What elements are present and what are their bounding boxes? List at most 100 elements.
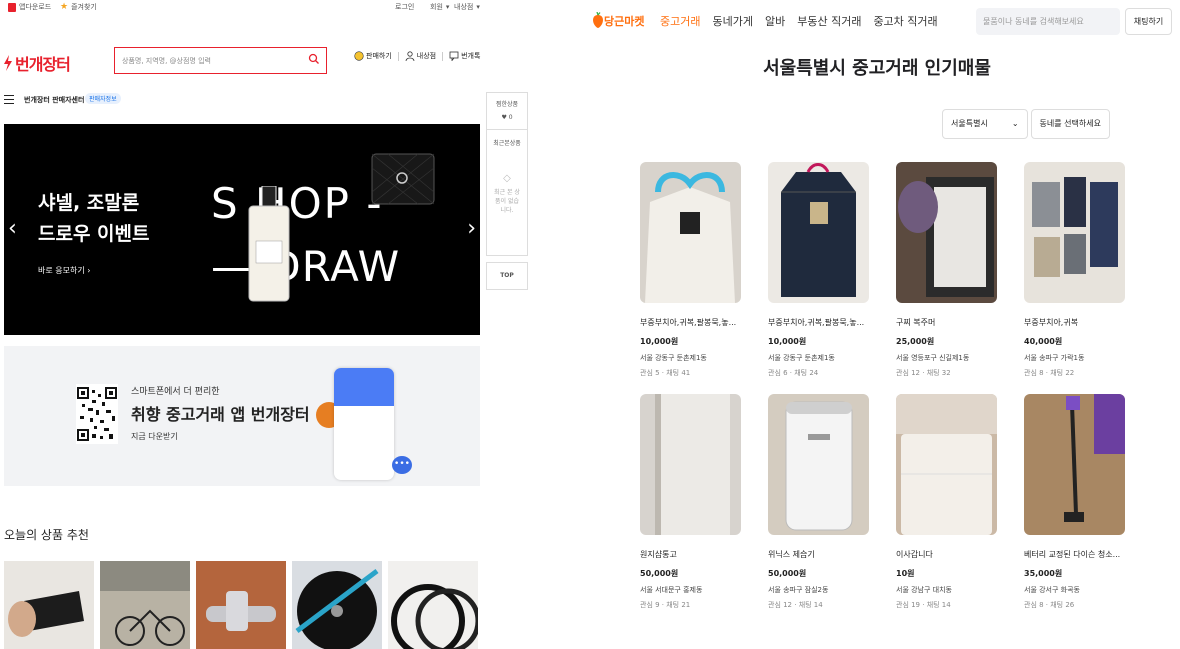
product-thumb[interactable] [292,561,382,649]
wishlist-box[interactable]: 찜한상품 ♥ 0 [486,92,528,130]
product-image [768,394,869,535]
nav-item-local-store[interactable]: 동네가게 [712,13,752,29]
signup-label: 회원 [430,3,443,11]
filter-bar: 서울특별시 ⌄ 동네를 선택하세요 [942,109,1110,139]
product-image [640,394,741,535]
search-box[interactable]: 상품명, 지역명, @상점명 입력 [114,47,327,74]
chat-icon [449,51,459,61]
product-card[interactable]: 부중부치아,귀복,팔봉묵,놓... 10,000원 서울 강동구 둔촌제1동 관… [640,162,741,378]
product-name: 부중부치아,귀복 [1024,318,1079,327]
product-price: 25,000원 [896,337,935,346]
product-stats: 관심 8 · 채팅 22 [1024,369,1075,377]
product-image [1024,394,1125,535]
qr-code-image [76,384,118,444]
product-stats: 관심 8 · 채팅 26 [1024,601,1075,609]
bunjang-logo[interactable]: 번개장터 [3,51,71,75]
chat-button[interactable]: 채팅하기 [1125,8,1172,35]
talk-button[interactable]: 번개톡 [449,51,480,61]
product-price: 10원 [896,569,915,578]
product-image [100,561,190,649]
nav-item-used-trade[interactable]: 중고거래 [660,13,700,29]
product-stats: 관심 12 · 채팅 32 [896,369,951,377]
product-image [388,561,478,649]
divider [442,51,444,61]
app-banner-cta[interactable]: 지금 다운받기 [131,431,178,442]
product-card[interactable]: 구찌 복주머 25,000원 서울 영등포구 신길제1동 관심 12 · 채팅 … [896,162,997,378]
product-card[interactable]: 부중부치아,귀복 40,000원 서울 송파구 가락1동 관심 8 · 채팅 2… [1024,162,1125,378]
recent-label: 최근본상품 [493,140,521,147]
banner-cta[interactable]: 바로 응모하기 › [38,265,90,276]
app-icon [8,2,16,12]
product-price: 50,000원 [768,569,807,578]
signup-link[interactable]: 회원 ▾ [430,2,449,12]
top-nav: 당근마켓 중고거래 동네가게 알바 부동산 직거래 중고차 직거래 물품이나 동… [574,0,1180,40]
nav-item-real-estate[interactable]: 부동산 직거래 [797,13,861,29]
top-button[interactable]: TOP [486,262,528,290]
prev-arrow-icon[interactable]: ‹ [8,216,17,241]
product-location: 서울 강서구 화곡동 [1024,586,1080,594]
dong-select[interactable]: 동네를 선택하세요 [1030,109,1110,139]
product-card[interactable]: 이사갑니다 10원 서울 강남구 대치동 관심 19 · 채팅 14 [896,394,997,610]
product-thumb[interactable] [4,561,94,649]
event-banner[interactable]: ‹ 샤넬, 조말론 드로우 이벤트 바로 응모하기 › S HOP - — DRA… [4,124,480,335]
region-select-value: 서울특별시 [951,119,988,128]
search-input[interactable]: 상품명, 지역명, @상점명 입력 [122,56,211,66]
carrot-logo-icon[interactable] [591,12,605,28]
product-image [896,162,997,303]
nav-item-jobs[interactable]: 알바 [765,13,785,29]
user-icon [405,51,415,61]
seller-center-link[interactable]: 번개장터 판매자센터 [24,95,84,105]
next-arrow-icon[interactable]: › [467,216,476,241]
seller-badge: 판매자정보 [85,93,121,104]
recommend-list [4,561,478,649]
my-shop-label: 내상점 [454,3,474,11]
product-card[interactable]: 부중부치아,귀복,팔봉묵,놓... 10,000원 서울 강동구 둔촌제1동 관… [768,162,869,378]
product-name: 베터리 교정된 다이슨 청소... [1024,550,1121,559]
phone-screen-header [334,368,394,406]
product-price: 35,000원 [1024,569,1063,578]
product-card[interactable]: 베터리 교정된 다이슨 청소... 35,000원 서울 강서구 화곡동 관심 … [1024,394,1125,610]
product-image [640,162,741,303]
page-title: 서울특별시 중고거래 인기매물 [763,58,991,79]
daangn-logo-text[interactable]: 당근마켓 [604,13,644,29]
my-store-button[interactable]: 내상점 [405,51,436,61]
search-icon[interactable] [308,53,320,65]
product-thumb[interactable] [196,561,286,649]
search-box[interactable]: 물품이나 동네를 검색해보세요 [976,8,1120,35]
recent-box[interactable]: 최근본상품 ◇ 최근 본 상품이 없습니다. [486,130,528,256]
empty-icon: ◇ [503,173,511,184]
product-stats: 관심 6 · 채팅 24 [768,369,819,377]
product-name: 이사갑니다 [896,550,933,559]
product-image [1024,162,1125,303]
product-location: 서울 송파구 가락1동 [1024,354,1085,362]
chevron-down-icon: ▾ [445,3,450,11]
product-card[interactable]: 원지샵통고 50,000원 서울 서대문구 홍제동 관심 9 · 채팅 21 [640,394,741,610]
wallet-image [371,153,435,205]
my-shop-link[interactable]: 내상점 ▾ [454,2,480,12]
search-input[interactable]: 물품이나 동네를 검색해보세요 [983,16,1084,27]
product-price: 10,000원 [640,337,679,346]
app-download-label: 앱다운로드 [19,3,52,11]
product-image [196,561,286,649]
my-store-label: 내상점 [416,52,437,60]
region-select[interactable]: 서울특별시 ⌄ [942,109,1028,139]
chevron-down-icon: ⌄ [1011,119,1019,128]
app-download-link[interactable]: 앱다운로드 [8,2,51,12]
logo-text: 번개장터 [15,55,71,74]
sell-button[interactable]: 판매하기 [354,51,392,61]
menu-icon[interactable] [4,95,14,104]
product-thumb[interactable] [388,561,478,649]
banner-title-line2: 드로우 이벤트 [38,223,150,245]
star-icon: ★ [60,2,69,12]
product-thumb[interactable] [100,561,190,649]
header: 번개장터 상품명, 지역명, @상점명 입력 판매하기 내상점 번개톡 [0,38,484,84]
login-link[interactable]: 로그인 [395,2,414,12]
product-card[interactable]: 위닉스 제습기 50,000원 서울 송파구 잠실2동 관심 12 · 채팅 1… [768,394,869,610]
app-download-banner[interactable]: 스마트폰에서 더 편리한 취향 중고거래 앱 번개장터 지금 다운받기 ••• [4,346,480,486]
nav-item-used-car[interactable]: 중고차 직거래 [873,13,937,29]
favorite-link[interactable]: ★ 즐겨찾기 [60,2,97,12]
product-location: 서울 송파구 잠실2동 [768,586,829,594]
wishlist-count: ♥ 0 [501,114,513,121]
utility-bar: 앱다운로드 ★ 즐겨찾기 로그인 회원 ▾ 내상점 ▾ [0,0,484,14]
app-banner-subtitle: 스마트폰에서 더 편리한 [131,387,220,397]
